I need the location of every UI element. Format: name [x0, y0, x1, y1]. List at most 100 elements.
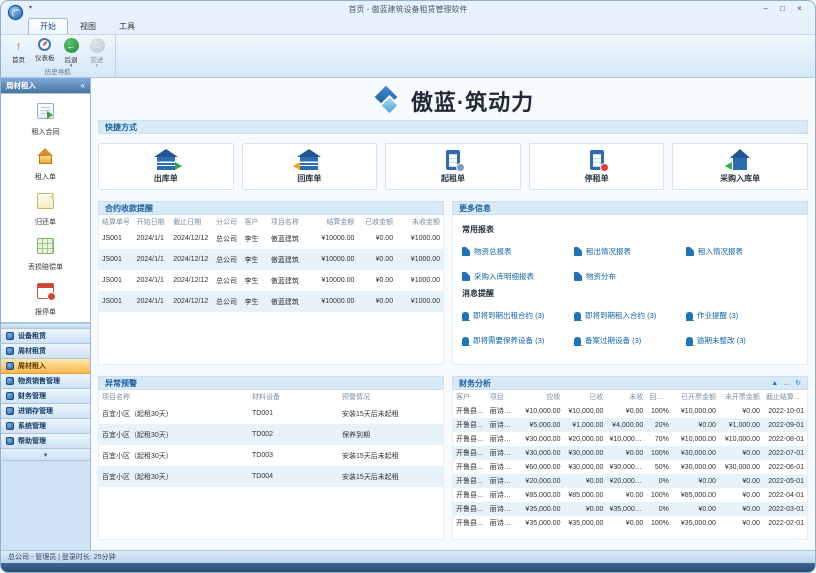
cell: ¥4,000.00	[606, 418, 646, 432]
table-row[interactable]: 百宜小区（起租30天） TD002 保养到期	[99, 424, 443, 445]
table-row[interactable]: 开鲁县... 丽诗科... ¥35,000.00 ¥35,000.00 ¥0.0…	[453, 516, 807, 530]
ribbon-tab[interactable]: 工具	[108, 19, 146, 34]
cell: 开鲁县...	[453, 502, 487, 516]
collapse-panel-icon[interactable]: ▲	[771, 380, 778, 387]
table-row[interactable]: 开鲁县... 丽诗科... ¥5,000.00 ¥1,000.00 ¥4,000…	[453, 418, 807, 432]
report-link[interactable]: 物资总报表	[462, 246, 574, 257]
column-header[interactable]: 项目名称	[99, 390, 249, 403]
table-row[interactable]: JS001 2024/1/1 2024/12/12 总公司 李生 傲蓝建筑 ¥1…	[99, 249, 443, 270]
column-header[interactable]: 已收	[563, 390, 606, 404]
minimize-button[interactable]: –	[758, 3, 773, 15]
table-row[interactable]: JS001 2024/1/1 2024/12/12 总公司 李生 傲蓝建筑 ¥1…	[99, 228, 443, 249]
column-header[interactable]: 项目	[487, 390, 519, 404]
report-links: 物资总报表 租出情况报表 租入情况报表 采购入库明细报表	[462, 246, 798, 282]
cell: 2024/12/12	[170, 291, 213, 312]
sidebar-module[interactable]: 周材租赁	[1, 344, 90, 359]
cell: 2022-08-01	[763, 432, 807, 446]
shortcut-card[interactable]: 回库单	[242, 143, 378, 190]
column-header[interactable]: 未开票金额	[719, 390, 763, 404]
column-header[interactable]: 结算单号	[99, 215, 134, 228]
column-header[interactable]: 未收	[606, 390, 646, 404]
column-header[interactable]: 应收	[518, 390, 563, 404]
report-link[interactable]: 租出情况报表	[574, 246, 686, 257]
message-link[interactable]: 逾期未整改 (3)	[686, 335, 798, 346]
table-row[interactable]: 开鲁县... 丽诗科... ¥10,000.00 ¥10,000.00 ¥0.0…	[453, 404, 807, 418]
report-link[interactable]: 采购入库明细报表	[462, 271, 574, 282]
sidebar-shortcut[interactable]: 租入合同	[1, 103, 90, 139]
sidebar-shortcut-list: 租入合同 租入单 归还单 丢损赔偿单 报停单 结算单	[1, 93, 90, 323]
column-header[interactable]: 项目名称	[268, 215, 309, 228]
shortcut-card[interactable]: 采购入库单	[672, 143, 808, 190]
sidebar-module[interactable]: 设备租赁	[1, 329, 90, 344]
shortcut-card[interactable]: 停租单	[529, 143, 665, 190]
column-header[interactable]: 已开票金额	[672, 390, 719, 404]
column-header[interactable]: 结算金额	[309, 215, 358, 228]
app-logo-icon[interactable]	[8, 5, 23, 20]
message-link[interactable]: 即将到期租入合约 (3)	[574, 310, 686, 321]
cell: ¥10000.00	[309, 249, 358, 270]
column-header[interactable]: 客户	[241, 215, 267, 228]
cell: 总公司	[213, 270, 241, 291]
sidebar-shortcut[interactable]: 丢损赔偿单	[1, 238, 90, 274]
cell: 开鲁县...	[453, 460, 487, 474]
table-row[interactable]: 开鲁县... 丽诗科... ¥35,000.00 ¥0.00 ¥35,000.0…	[453, 502, 807, 516]
column-header[interactable]: 材料设备	[249, 390, 339, 403]
close-button[interactable]: ×	[792, 3, 807, 15]
sidebar-module[interactable]: 帮助管理	[1, 434, 90, 449]
window-title: 首页 - 傲蓝建筑设备租赁管理软件	[1, 4, 815, 15]
column-header[interactable]: 截止结算日期	[763, 390, 807, 404]
column-header[interactable]: 已收金额	[357, 215, 396, 228]
sidebar-shortcut[interactable]: 归还单	[1, 193, 90, 229]
table-row[interactable]: JS001 2024/1/1 2024/12/12 总公司 李生 傲蓝建筑 ¥1…	[99, 291, 443, 312]
column-header[interactable]: 截止日期	[170, 215, 213, 228]
cell: 丽诗科...	[487, 488, 519, 502]
sidebar-module-label: 系统管理	[18, 421, 46, 431]
sidebar-shortcut[interactable]: 报停单	[1, 283, 90, 319]
cell: 0%	[646, 502, 672, 516]
cell: ¥35,000.00	[518, 502, 563, 516]
sidebar-module[interactable]: 进销存管理	[1, 404, 90, 419]
column-header[interactable]: 未收金额	[396, 215, 443, 228]
table-row[interactable]: 开鲁县... 丽诗科... ¥85,000.00 ¥85,000.00 ¥0.0…	[453, 488, 807, 502]
column-header[interactable]: 回款率	[646, 390, 672, 404]
table-row[interactable]: 开鲁县... 丽诗科... ¥30,000.00 ¥20,000.00 ¥10,…	[453, 432, 807, 446]
column-header[interactable]: 开始日期	[134, 215, 171, 228]
table-row[interactable]: 开鲁县... 丽诗科... ¥20,000.00 ¥0.00 ¥20,000.0…	[453, 474, 807, 488]
table-row[interactable]: 百宜小区（起租30天） TD004 安装15天后未起租	[99, 466, 443, 487]
column-header[interactable]: 分公司	[213, 215, 241, 228]
cell: ¥0.00	[719, 446, 763, 460]
column-header[interactable]: 预警情况	[339, 390, 443, 403]
sidebar-module[interactable]: 物资销售管理	[1, 374, 90, 389]
more-options-icon[interactable]: …	[783, 380, 790, 387]
ribbon-tab[interactable]: 视图	[69, 19, 107, 34]
ribbon-tab[interactable]: 开始	[28, 18, 68, 34]
maximize-button[interactable]: □	[775, 3, 790, 15]
module-icon	[6, 362, 14, 370]
shortcut-card[interactable]: 出库单	[98, 143, 234, 190]
table-row[interactable]: 开鲁县... 丽诗科... ¥60,000.00 ¥30,000.00 ¥30,…	[453, 460, 807, 474]
message-link[interactable]: 作业提醒 (3)	[686, 310, 798, 321]
refresh-icon[interactable]: ↻	[795, 379, 801, 387]
sidebar-shortcut[interactable]: 租入单	[1, 148, 90, 184]
report-icon	[574, 247, 582, 256]
sidebar-module[interactable]: 系统管理	[1, 419, 90, 434]
table-row[interactable]: 百宜小区（起租30天） TD003 安装15天后未起租	[99, 445, 443, 466]
table-row[interactable]: JS001 2024/1/1 2024/12/12 总公司 李生 傲蓝建筑 ¥1…	[99, 270, 443, 291]
message-link[interactable]: 即将需要保养设备 (3)	[462, 335, 574, 346]
cell: 丽诗科...	[487, 474, 519, 488]
collapse-sidebar-icon[interactable]: «	[81, 81, 85, 90]
title-bar[interactable]: ▾ 首页 - 傲蓝建筑设备租赁管理软件 – □ ×	[1, 1, 815, 18]
sidebar-module[interactable]: 周材租入	[1, 359, 90, 374]
shortcut-card[interactable]: 起租单	[385, 143, 521, 190]
column-header[interactable]: 客户	[453, 390, 487, 404]
cell: ¥0.00	[606, 404, 646, 418]
cell: ¥60,000.00	[518, 460, 563, 474]
sidebar-module[interactable]: 财务管理	[1, 389, 90, 404]
sidebar-options-button[interactable]: ▾	[1, 449, 90, 461]
report-link[interactable]: 物资分布	[574, 271, 686, 282]
table-row[interactable]: 开鲁县... 丽诗科... ¥30,000.00 ¥30,000.00 ¥0.0…	[453, 446, 807, 460]
message-link[interactable]: 即将到期出租合约 (3)	[462, 310, 574, 321]
message-link[interactable]: 备案过期设备 (3)	[574, 335, 686, 346]
report-link[interactable]: 租入情况报表	[686, 246, 798, 257]
table-row[interactable]: 百宜小区（起租30天） TD001 安装15天后未起租	[99, 403, 443, 424]
